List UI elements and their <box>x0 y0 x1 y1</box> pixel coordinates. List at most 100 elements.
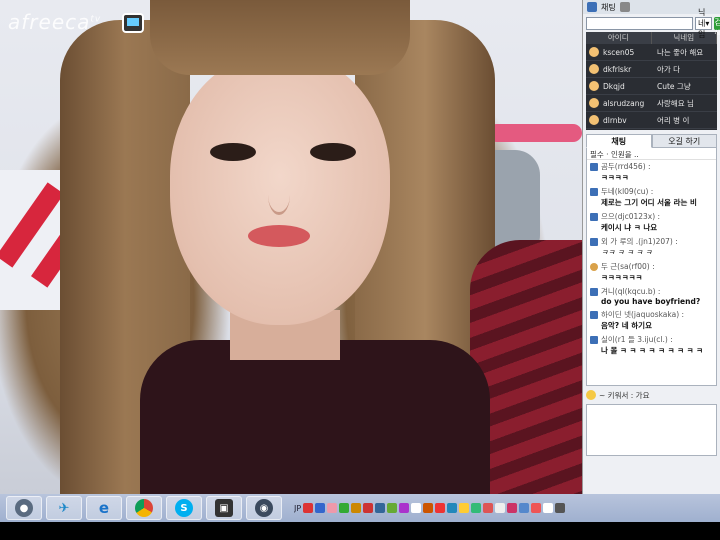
user-badge-icon <box>590 187 598 196</box>
user-avatar-icon <box>589 47 599 57</box>
user-badge-icon <box>590 335 598 344</box>
tray-icon[interactable] <box>507 503 518 513</box>
search-button[interactable]: 검색 <box>714 16 720 38</box>
skype-icon[interactable]: S <box>166 496 202 520</box>
webcam-icon[interactable]: ◉ <box>246 496 282 520</box>
ie-icon[interactable]: e <box>86 496 122 520</box>
tray-icon[interactable] <box>315 503 326 513</box>
hair-bangs <box>150 0 410 75</box>
chat-author[interactable]: 실이(r1 들 3.iju(cl.) : <box>601 334 673 345</box>
chat-text: ㅋㅋㅋㅋㅋㅋ <box>601 273 643 282</box>
chat-author[interactable]: 두네(kl09(cu) : <box>601 186 653 197</box>
tray-icon[interactable] <box>399 503 410 513</box>
chat-message: 곰두(rrd456) : ㅋㅋㅋㅋ <box>587 160 716 185</box>
tray-icon[interactable] <box>327 503 338 513</box>
chat-text: ㅋㅋㅋㅋ <box>601 173 629 182</box>
viewer-nick: 아가 다 <box>657 64 681 74</box>
viewer-id: dlrnbv <box>603 115 627 125</box>
input-language[interactable]: JP <box>294 504 301 513</box>
viewer-row[interactable]: dkfrlskr 아가 다 <box>586 61 717 78</box>
chat-panel: 채팅 닉네임 ▾ 검색 아이디 닉네임 kscen05 나는 좋아 해요 dkf… <box>582 0 720 494</box>
bird-icon[interactable]: ✈ <box>46 496 82 520</box>
viewer-id: alsrudzang <box>603 98 645 108</box>
chat-message: 외 가 루의 .(jn1)207) : ㅋㅋ ㅋ ㅋ ㅋ ㅋ <box>587 235 716 260</box>
letterbox <box>0 522 720 540</box>
chat-text: do you have boyfriend? <box>601 297 701 306</box>
viewer-id: kscen05 <box>603 47 635 57</box>
user-avatar-icon <box>589 115 599 125</box>
column-header-id[interactable]: 아이디 <box>586 32 652 44</box>
tray-icon[interactable] <box>519 503 530 513</box>
viewer-row[interactable]: Dkqjd Cute 그냥 <box>586 78 717 95</box>
chat-text: ㅋㅋ ㅋ ㅋ ㅋ ㅋ <box>601 248 652 257</box>
chat-text: 음악? 네 하기요 <box>601 321 652 330</box>
tray-icon[interactable] <box>555 503 566 513</box>
chat-author[interactable]: 으으(djc0123x) : <box>601 211 660 222</box>
broadcast-video[interactable]: afreecatv <box>0 0 582 494</box>
emoticon-icon[interactable] <box>586 390 596 400</box>
viewer-id: Dkqjd <box>603 81 625 91</box>
chat-text: 제로는 그기 어디 서울 라는 비 <box>601 198 697 207</box>
tv-icon <box>122 13 144 33</box>
user-badge-icon <box>590 287 598 296</box>
tab-chat[interactable]: 채팅 <box>586 134 652 148</box>
search-type-select[interactable]: 닉네임 ▾ <box>695 8 713 39</box>
tray-icon[interactable] <box>447 503 458 513</box>
tray-icon[interactable] <box>303 503 314 513</box>
viewer-row[interactable]: alsrudzang 사랑해요 님 <box>586 95 717 112</box>
tray-icon[interactable] <box>375 503 386 513</box>
tab-other[interactable]: 오길 하기 <box>651 134 717 148</box>
tray-icon[interactable] <box>531 503 542 513</box>
chat-status-bar: ~ 키워서 : 가요 <box>586 388 717 402</box>
search-input[interactable] <box>586 16 693 30</box>
tray-icon[interactable] <box>423 503 434 513</box>
chat-input[interactable] <box>586 404 717 456</box>
viewer-list: 아이디 닉네임 kscen05 나는 좋아 해요 dkfrlskr 아가 다 D… <box>586 32 717 130</box>
status-text: ~ 키워서 : 가요 <box>599 390 650 400</box>
viewer-row[interactable]: dlrnbv 어리 병 이 <box>586 112 717 129</box>
system-tray: JP <box>294 503 714 513</box>
chrome-icon[interactable] <box>126 496 162 520</box>
column-header-nick[interactable]: 닉네임 <box>652 32 717 44</box>
chat-message: 실이(r1 들 3.iju(cl.) : 나 몰 ㅋ ㅋ ㅋ ㅋ ㅋ ㅋ ㅋ ㅋ… <box>587 333 716 358</box>
tray-icon[interactable] <box>483 503 494 513</box>
chat-author[interactable]: 외 가 루의 .(jn1)207) : <box>601 236 678 247</box>
chat-message: 두 근(sa(rf00) : ㅋㅋㅋㅋㅋㅋ <box>587 260 716 285</box>
window-icon[interactable] <box>619 2 630 12</box>
viewer-list-header: 아이디 닉네임 <box>586 32 717 44</box>
chat-author[interactable]: 하이딘 넷(jaquoskaka) : <box>601 309 684 320</box>
background-object <box>488 124 582 142</box>
tray-icon[interactable] <box>363 503 374 513</box>
chat-author[interactable]: 곰두(rrd456) : <box>601 161 651 172</box>
viewer-id: dkfrlskr <box>603 64 632 74</box>
user-icon[interactable]: ● <box>6 496 42 520</box>
tray-icon[interactable] <box>543 503 554 513</box>
dark-shirt <box>140 340 490 494</box>
streamer-face <box>170 55 390 325</box>
tray-icon[interactable] <box>471 503 482 513</box>
tray-icon[interactable] <box>387 503 398 513</box>
user-avatar-icon <box>589 81 599 91</box>
panel-title: 채팅 <box>601 2 616 12</box>
viewer-row[interactable]: kscen05 나는 좋아 해요 <box>586 44 717 61</box>
tray-icon[interactable] <box>459 503 470 513</box>
search-row: 닉네임 ▾ 검색 <box>583 8 720 39</box>
viewer-nick: 나는 좋아 해요 <box>657 47 704 57</box>
user-badge-icon <box>590 310 598 319</box>
taskbar: ● ✈ e S ▣ ◉ JP <box>0 494 720 522</box>
viewer-nick: 어리 병 이 <box>657 115 690 125</box>
tray-icon[interactable] <box>495 503 506 513</box>
chat-filter[interactable]: 필수 · 인원을 .. <box>587 148 716 160</box>
chat-log[interactable]: 필수 · 인원을 .. 곰두(rrd456) : ㅋㅋㅋㅋ 두네(kl09(cu… <box>586 148 717 386</box>
tv-icon[interactable]: ▣ <box>206 496 242 520</box>
tray-icon[interactable] <box>435 503 446 513</box>
user-avatar-icon <box>589 98 599 108</box>
tray-icon[interactable] <box>351 503 362 513</box>
chat-message: 하이딘 넷(jaquoskaka) : 음악? 네 하기요 <box>587 308 716 333</box>
chat-author[interactable]: 두 근(sa(rf00) : <box>601 261 655 272</box>
tray-icon[interactable] <box>339 503 350 513</box>
avatar-icon <box>590 262 598 271</box>
chat-author[interactable]: 겨니(ql(kqcu.b) : <box>601 286 660 297</box>
tray-icon[interactable] <box>411 503 422 513</box>
viewer-nick: Cute 그냥 <box>657 81 691 91</box>
